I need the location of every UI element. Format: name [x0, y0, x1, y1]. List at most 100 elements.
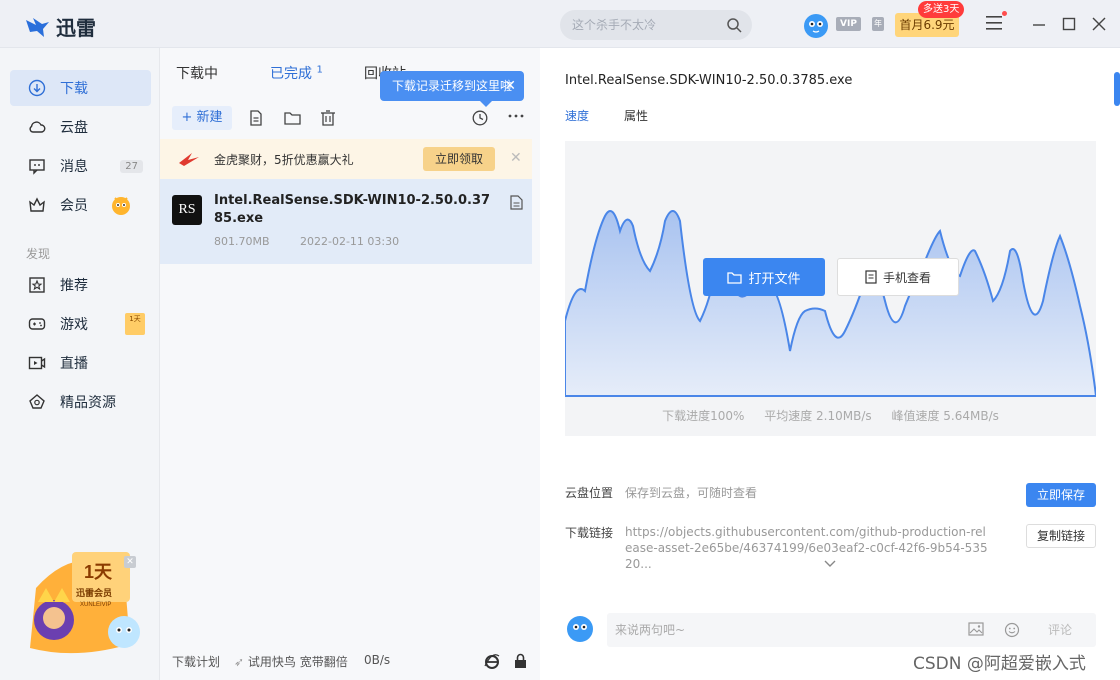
promo-tag: 多送3天 — [918, 1, 965, 18]
claim-button[interactable]: 立即领取 — [423, 147, 495, 171]
file-name: Intel.RealSense.SDK-WIN10-2.50.0.3785.ex… — [214, 193, 491, 226]
download-link-label: 下载链接 — [565, 526, 614, 540]
game-badge: 1天 — [125, 313, 145, 335]
copy-link-button[interactable]: 复制链接 — [1026, 524, 1096, 548]
watermark: CSDN @阿超爱嵌入式 — [913, 654, 1086, 674]
scrollbar[interactable] — [1114, 72, 1120, 106]
detail-panel: Intel.RealSense.SDK-WIN10-2.50.0.3785.ex… — [540, 48, 1120, 680]
star-icon — [29, 277, 45, 293]
tab-downloading[interactable]: 下载中 — [176, 63, 218, 83]
comment-placeholder: 来说两句吧~ — [615, 623, 686, 637]
trash-icon[interactable] — [320, 110, 336, 126]
mascot-brand-text: XUNLEIVIP — [80, 602, 111, 608]
tiger-logo-icon — [179, 153, 199, 166]
comment-input[interactable]: 来说两句吧~ 评论 — [607, 613, 1096, 647]
list-item[interactable]: RS Intel.RealSense.SDK-WIN10-2.50.0.3785… — [160, 179, 532, 264]
sidebar-item-label: 会员 — [60, 198, 88, 214]
vip-badge[interactable]: VIP — [836, 17, 861, 31]
tooltip-close-icon[interactable]: ✕ — [504, 71, 516, 101]
cloud-location-label: 云盘位置 — [565, 486, 614, 500]
message-icon — [29, 159, 45, 175]
search-placeholder: 这个杀手不太冷 — [572, 18, 657, 32]
tab-completed-label: 已完成 — [270, 66, 312, 82]
save-to-cloud-button[interactable]: 立即保存 — [1026, 483, 1096, 507]
maximize-icon[interactable] — [1062, 15, 1076, 33]
sidebar-item-message[interactable]: 消息 27 — [10, 148, 151, 184]
sidebar-item-download[interactable]: 下载 — [10, 70, 151, 106]
tab-completed-count: 1 — [316, 64, 323, 76]
file-detail-icon[interactable] — [510, 195, 523, 210]
speed-area — [565, 210, 1096, 397]
tab-completed[interactable]: 已完成 1 — [270, 63, 323, 83]
notification-dot — [1002, 11, 1007, 16]
folder-icon[interactable] — [284, 110, 301, 126]
download-link-url[interactable]: https://objects.githubusercontent.com/gi… — [625, 524, 990, 572]
phone-view-button[interactable]: 手机查看 — [837, 258, 959, 296]
tab-speed[interactable]: 速度 — [565, 107, 589, 124]
promo-banner: 金虎聚财，5折优惠赢大礼 立即领取 ✕ — [160, 139, 532, 179]
mascot-close-button[interactable]: ✕ — [124, 556, 136, 568]
phone-view-label: 手机查看 — [882, 270, 931, 285]
download-icon — [28, 79, 46, 97]
sidebar-item-cloud[interactable]: 云盘 — [10, 109, 151, 145]
download-list-panel: 下载中 已完成 1 回收站 下载记录迁移到这里啦 ✕ + 新建 金虎聚财，5折优… — [160, 48, 540, 680]
speed-area-chart — [565, 210, 1096, 397]
tab-properties[interactable]: 属性 — [624, 107, 648, 124]
app-name: 迅雷 — [56, 16, 96, 40]
sidebar-item-games[interactable]: 游戏 1天 — [10, 306, 151, 342]
sidebar-item-label: 直播 — [60, 356, 88, 372]
download-stats: 下载进度100% 平均速度 2.10MB/s 峰值速度 5.64MB/s — [565, 407, 1096, 424]
mascot-vip-text: 迅雷会员 — [76, 587, 112, 598]
cloud-icon — [29, 121, 46, 133]
promo-text: 金虎聚财，5折优惠赢大礼 — [214, 153, 354, 167]
phone-doc-icon — [865, 270, 877, 284]
status-bar: 下载计划 ➶ 试用快鸟 宽带翻倍 0B/s — [160, 648, 532, 674]
mascot-days-text: 1天 — [84, 562, 113, 582]
search-icon[interactable] — [726, 17, 742, 33]
gamepad-icon — [28, 318, 46, 330]
ie-browser-icon[interactable] — [484, 653, 500, 669]
open-file-button[interactable]: 打开文件 — [703, 258, 825, 296]
sidebar-item-label: 精品资源 — [60, 395, 116, 411]
app-logo: 迅雷 — [24, 12, 96, 41]
peak-speed: 峰值速度 5.64MB/s — [891, 409, 999, 423]
lock-icon[interactable] — [514, 653, 527, 669]
message-count: 27 — [120, 159, 143, 173]
image-icon[interactable] — [968, 622, 984, 636]
sidebar-item-label: 消息 — [60, 159, 88, 175]
vip-mascot-icon — [112, 197, 130, 215]
file-size: 801.70MB — [214, 235, 270, 248]
clock-icon[interactable] — [472, 110, 488, 126]
comment-submit-button[interactable]: 评论 — [1048, 613, 1072, 647]
user-avatar[interactable] — [802, 11, 830, 39]
sidebar-item-recommend[interactable]: 推荐 — [10, 267, 151, 303]
document-icon[interactable] — [248, 110, 264, 126]
sidebar-item-resources[interactable]: 精品资源 — [10, 384, 151, 420]
minimize-icon[interactable] — [1032, 15, 1046, 33]
diamond-icon — [29, 394, 45, 409]
list-toolbar: + 新建 — [160, 100, 532, 136]
emoji-icon[interactable] — [1004, 622, 1020, 638]
xunlei-bird-icon — [26, 17, 49, 37]
close-icon[interactable] — [1092, 15, 1106, 33]
title-bar: 迅雷 这个杀手不太冷 VIP 年 首月6.9元 多送3天 — [0, 0, 1120, 48]
tooltip-text: 下载记录迁移到这里啦 — [392, 79, 513, 93]
chevron-down-icon[interactable] — [824, 560, 836, 568]
download-plan-link[interactable]: 下载计划 — [172, 653, 220, 670]
fast-bird-link[interactable]: ➶ 试用快鸟 宽带翻倍 — [234, 653, 348, 670]
sidebar-item-vip[interactable]: 会员 — [10, 187, 151, 223]
new-task-button[interactable]: + 新建 — [172, 106, 232, 130]
sidebar-item-live[interactable]: 直播 — [10, 345, 151, 381]
sidebar-item-label: 下载 — [60, 81, 88, 97]
current-speed: 0B/s — [364, 653, 391, 667]
section-label-discover: 发现 — [26, 247, 51, 261]
more-icon[interactable] — [508, 114, 524, 118]
comment-avatar — [567, 616, 593, 642]
detail-file-title: Intel.RealSense.SDK-WIN10-2.50.0.3785.ex… — [565, 73, 853, 88]
search-input[interactable]: 这个杀手不太冷 — [560, 10, 752, 40]
bird-icon: ➶ — [234, 655, 245, 669]
migration-tooltip: 下载记录迁移到这里啦 ✕ — [380, 71, 524, 107]
promo-close-icon[interactable]: ✕ — [510, 150, 522, 166]
menu-icon[interactable] — [986, 16, 1004, 30]
fast-bird-label: 试用快鸟 宽带翻倍 — [247, 655, 348, 669]
